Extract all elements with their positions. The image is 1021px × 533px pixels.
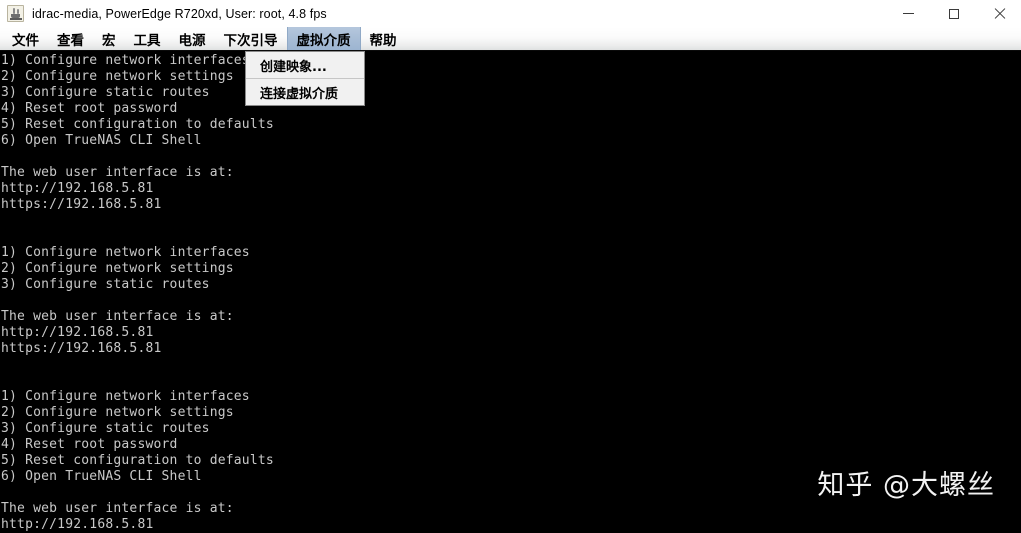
menu-option-create-image[interactable]: 创建映象...: [246, 52, 364, 78]
close-button[interactable]: [976, 0, 1021, 27]
menu-item-virtual-media[interactable]: 虚拟介质: [286, 27, 361, 50]
terminal-line: 3) Configure static routes: [1, 421, 210, 436]
terminal-line: The web user interface is at:: [1, 165, 234, 180]
terminal-line: 6) Open TrueNAS CLI Shell: [1, 133, 202, 148]
terminal-line: 1) Configure network interfaces: [1, 389, 250, 404]
terminal-line: https://192.168.5.81: [1, 197, 162, 212]
terminal-line: 4) Reset root password: [1, 437, 178, 452]
minimize-button[interactable]: [886, 0, 931, 27]
terminal-line: https://192.168.5.81: [1, 341, 162, 356]
java-coffee-cup-icon: [7, 5, 24, 22]
maximize-button[interactable]: [931, 0, 976, 27]
terminal-output[interactable]: 1) Configure network interfaces 2) Config…: [0, 51, 1021, 533]
terminal-line: http://192.168.5.81: [1, 325, 154, 340]
terminal-line: 5) Reset configuration to defaults: [1, 117, 274, 132]
application-window: idrac-media, PowerEdge R720xd, User: roo…: [0, 0, 1021, 533]
watermark: 知乎 @大螺丝: [817, 470, 995, 501]
terminal-line: 2) Configure network settings: [1, 405, 234, 420]
terminal-line: 2) Configure network settings: [1, 261, 234, 276]
terminal-line: 1) Configure network interfaces: [1, 245, 250, 260]
terminal-line: 1) Configure network interfaces: [1, 53, 250, 68]
close-icon: [993, 8, 1005, 20]
terminal-line: The web user interface is at:: [1, 309, 234, 324]
menu-option-connect-virtual-media[interactable]: 连接虚拟介质: [246, 78, 364, 105]
minimize-icon: [903, 13, 914, 14]
title-bar: idrac-media, PowerEdge R720xd, User: roo…: [0, 0, 1021, 27]
maximize-icon: [948, 8, 959, 19]
terminal-line: 3) Configure static routes: [1, 277, 210, 292]
menu-item-file[interactable]: 文件: [3, 27, 48, 50]
menu-item-next-boot[interactable]: 下次引导: [215, 27, 287, 50]
terminal-line: 3) Configure static routes: [1, 85, 210, 100]
menu-item-view[interactable]: 查看: [48, 27, 93, 50]
menu-bar: 文件 查看 宏 工具 电源 下次引导 虚拟介质 帮助: [0, 27, 1021, 51]
window-title: idrac-media, PowerEdge R720xd, User: roo…: [32, 6, 327, 21]
menu-item-help[interactable]: 帮助: [361, 27, 406, 50]
terminal-line: http://192.168.5.81: [1, 517, 154, 532]
virtual-media-dropdown-menu: 创建映象... 连接虚拟介质: [245, 51, 365, 106]
terminal-line: 4) Reset root password: [1, 101, 178, 116]
terminal-line: 2) Configure network settings: [1, 69, 234, 84]
window-controls: [886, 0, 1021, 27]
menu-item-macro[interactable]: 宏: [93, 27, 125, 50]
menu-item-power[interactable]: 电源: [170, 27, 215, 50]
terminal-line: The web user interface is at:: [1, 501, 234, 516]
terminal-line: http://192.168.5.81: [1, 181, 154, 196]
menu-item-tools[interactable]: 工具: [125, 27, 170, 50]
